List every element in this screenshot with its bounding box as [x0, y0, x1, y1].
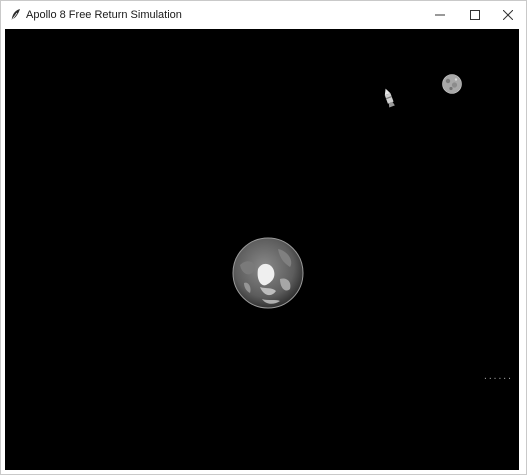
app-window: Apollo 8 Free Return Simulation ......: [0, 0, 527, 475]
maximize-icon: [470, 10, 480, 20]
maximize-button[interactable]: [457, 1, 493, 29]
feather-icon: [9, 8, 23, 22]
moon-image: [442, 74, 462, 94]
earth-image: [232, 237, 304, 309]
status-readout: ......: [483, 372, 512, 381]
simulation-canvas[interactable]: ......: [5, 29, 519, 470]
spacecraft-icon: [382, 87, 396, 109]
close-icon: [503, 10, 513, 20]
title-bar[interactable]: Apollo 8 Free Return Simulation: [1, 1, 526, 29]
minimize-icon: [435, 10, 445, 20]
window-title: Apollo 8 Free Return Simulation: [26, 9, 182, 21]
close-button[interactable]: [490, 1, 526, 29]
minimize-button[interactable]: [422, 1, 458, 29]
